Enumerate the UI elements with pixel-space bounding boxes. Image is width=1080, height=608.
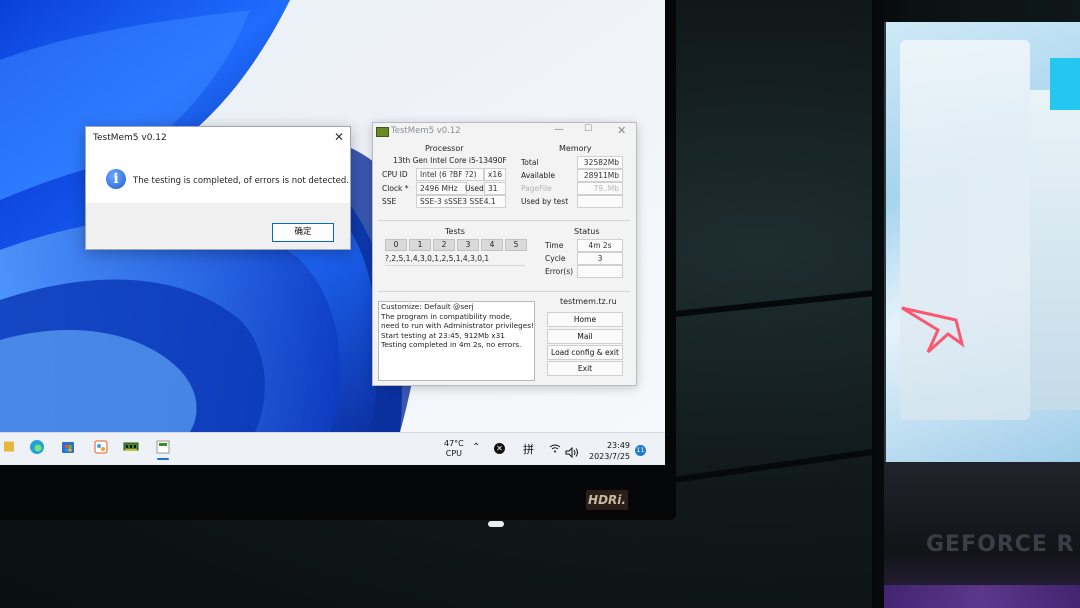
log-line: need to run with Administrator privilege…	[381, 321, 534, 331]
gpu-glow	[884, 585, 1080, 608]
pagefile-label: PageFile	[521, 184, 552, 193]
temperature-label: CPU	[445, 449, 463, 458]
ok-button[interactable]: 确定	[272, 223, 334, 242]
used-threads: 31	[484, 182, 506, 195]
cpu-temperature[interactable]: 47°C CPU	[444, 439, 464, 459]
maximize-icon[interactable]: ☐	[584, 124, 592, 134]
error-count	[577, 265, 623, 278]
paint-icon[interactable]	[92, 438, 110, 456]
clock-value: 2496 MHz	[416, 182, 467, 195]
elapsed-time: 4m 2s	[577, 239, 623, 252]
pc-light	[1050, 58, 1080, 110]
monitor-power-led	[488, 521, 504, 527]
available-memory: 28911Mb	[577, 169, 623, 182]
folder-icon[interactable]: ■	[0, 438, 18, 456]
test-sequence: ?,2,5,1,4,3,0,1,2,5,1,4,3,0,1	[385, 254, 490, 263]
sse-label: SSE	[382, 197, 397, 206]
divider	[378, 291, 630, 292]
total-memory: 32582Mb	[577, 156, 623, 169]
cpu-id-value: Intel (6 ?BF ?2)	[416, 168, 484, 181]
tray-app-icon[interactable]: ✕	[494, 443, 505, 454]
status-heading: Status	[574, 227, 600, 236]
clock-date: 2023/7/25	[589, 452, 631, 461]
thread-count: x16	[484, 168, 506, 181]
log-output: Customize: Default @serj The program in …	[378, 301, 535, 381]
test-column-4: 4	[481, 239, 503, 251]
test-column-1: 1	[409, 239, 431, 251]
cycle-label: Cycle	[545, 254, 566, 263]
test-column-3: 3	[457, 239, 479, 251]
active-app-indicator	[157, 458, 169, 460]
ram-chip-icon[interactable]	[122, 438, 140, 456]
clock-time: 23:49	[606, 441, 631, 450]
window-title: TestMem5 v0.12	[391, 126, 461, 136]
pc-internal-panel	[900, 40, 1030, 420]
cpu-id-label: CPU ID	[382, 170, 408, 179]
used-by-test-label: Used by test	[521, 197, 569, 206]
screen: TestMem5 v0.12 ✕ i The testing is comple…	[0, 0, 665, 465]
gpu-label: GEFORCE R	[926, 532, 1075, 557]
load-config-exit-button[interactable]: Load config & exit	[547, 345, 623, 360]
log-line: The program in compatibility mode,	[381, 311, 513, 321]
wifi-icon[interactable]	[549, 443, 561, 457]
dialog-message: The testing is completed, of errors is n…	[133, 176, 349, 186]
clock-label: Clock *	[382, 184, 409, 193]
tests-heading: Tests	[445, 227, 465, 236]
exit-button[interactable]: Exit	[547, 361, 623, 376]
close-icon[interactable]: ✕	[334, 130, 344, 144]
notification-badge[interactable]: 11	[635, 445, 646, 456]
system-clock[interactable]: 23:49 2023/7/25	[589, 440, 630, 462]
memory-heading: Memory	[559, 144, 592, 153]
mail-button[interactable]: Mail	[547, 329, 623, 344]
test-column-5: 5	[505, 239, 527, 251]
chevron-up-icon[interactable]: ⌃	[472, 442, 480, 453]
testmem-window: TestMem5 v0.12 — ☐ ✕ Processor 13th Gen …	[372, 122, 637, 386]
edge-icon[interactable]	[28, 438, 46, 456]
pagefile-memory: 79..Mb	[577, 182, 623, 195]
ime-indicator[interactable]: 拼	[523, 441, 534, 457]
home-button[interactable]: Home	[547, 312, 623, 327]
processor-name: 13th Gen Intel Core i5-13490F	[393, 156, 507, 165]
test-column-0: 0	[385, 239, 407, 251]
processor-heading: Processor	[425, 144, 464, 153]
volume-icon[interactable]	[565, 443, 579, 462]
minimize-icon[interactable]: —	[554, 124, 564, 135]
log-line: Customize: Default @serj	[381, 302, 474, 311]
log-line: Testing completed in 4m 2s, no errors.	[381, 340, 522, 350]
monitor-brand-logo: HDRi.	[586, 490, 628, 510]
log-line: Start testing at 23:45, 912Mb x31	[381, 330, 505, 340]
rog-logo-icon	[901, 306, 965, 354]
used-label: Used	[465, 184, 484, 193]
used-by-test-value	[577, 195, 623, 208]
close-icon[interactable]: ✕	[617, 124, 626, 137]
temperature-value: 47°C	[444, 439, 464, 448]
ram-chip-icon	[376, 127, 389, 137]
testmem-icon[interactable]	[154, 438, 172, 456]
available-label: Available	[521, 171, 555, 180]
errors-label: Error(s)	[545, 267, 574, 276]
pc-internal-panel	[1030, 90, 1080, 410]
time-label: Time	[545, 241, 564, 250]
test-column-2: 2	[433, 239, 455, 251]
total-label: Total	[521, 158, 539, 167]
info-icon: i	[106, 169, 126, 189]
message-dialog: TestMem5 v0.12 ✕ i The testing is comple…	[85, 126, 351, 250]
sse-value: SSE-3 sSSE3 SSE4.1	[416, 195, 506, 208]
cycle-count: 3	[577, 252, 623, 265]
progress-divider	[385, 265, 525, 266]
store-icon[interactable]	[59, 438, 77, 456]
divider	[378, 220, 630, 221]
site-link[interactable]: testmem.tz.ru	[560, 297, 617, 306]
dialog-title: TestMem5 v0.12	[93, 133, 167, 143]
